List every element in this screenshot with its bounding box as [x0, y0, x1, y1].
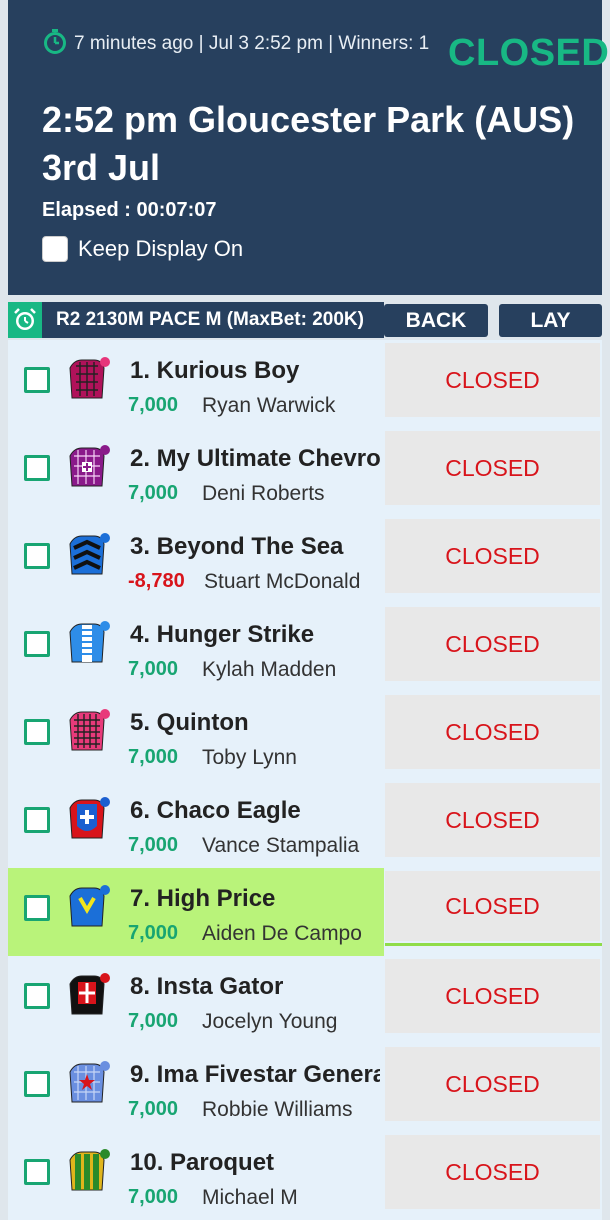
- runner-jockey: Aiden De Campo: [202, 922, 362, 945]
- runner-checkbox[interactable]: [24, 983, 50, 1009]
- runner-name: 6. Chaco Eagle: [130, 797, 301, 824]
- jockey-silk-icon: [69, 1061, 110, 1103]
- runner-odds: 7,000: [128, 1010, 179, 1032]
- elapsed-label: Elapsed :: [42, 199, 131, 221]
- closed-status: CLOSED: [385, 607, 600, 681]
- runner-info: 4. Hunger Strike 7,000 Kylah Madden: [8, 604, 384, 692]
- elapsed-value: 00:07:07: [136, 199, 217, 221]
- runner-info: 8. Insta Gator 7,000 Jocelyn Young: [8, 956, 384, 1044]
- runner-jockey: Stuart McDonald: [204, 570, 361, 593]
- runner-checkbox[interactable]: [24, 455, 50, 481]
- jockey-silk-icon: [69, 533, 110, 575]
- runner-row: 10. Paroquet 7,000 Michael M CLOSED: [8, 1132, 602, 1220]
- runner-jockey: Kylah Madden: [202, 658, 337, 681]
- runner-odds: 7,000: [128, 922, 179, 944]
- runner-info: 5. Quinton 7,000 Toby Lynn: [8, 692, 384, 780]
- closed-status: CLOSED: [385, 783, 600, 857]
- runner-jockey: Ryan Warwick: [202, 394, 336, 417]
- alarm-clock-icon: [8, 302, 42, 338]
- elapsed-timer: Elapsed : 00:07:07: [42, 199, 217, 222]
- closed-status: CLOSED: [385, 871, 600, 941]
- runner-checkbox[interactable]: [24, 895, 50, 921]
- runner-name: 4. Hunger Strike: [130, 621, 315, 648]
- runner-row: 9. Ima Fivestar General 7,000 Robbie Wil…: [8, 1044, 602, 1132]
- runner-name: 7. High Price: [130, 885, 276, 912]
- runner-row: 2. My Ultimate Chevron 7,000 Deni Robert…: [8, 428, 602, 516]
- keep-display-checkbox[interactable]: [42, 236, 68, 262]
- runner-odds: 7,000: [128, 1186, 179, 1208]
- runner-jockey: Michael M: [202, 1186, 298, 1209]
- jockey-silk-icon: [69, 445, 110, 487]
- runner-name: 9. Ima Fivestar General: [130, 1061, 380, 1088]
- runner-info: 7. High Price 7,000 Aiden De Campo: [8, 868, 384, 956]
- runner-odds: 7,000: [128, 482, 179, 504]
- runner-info: 3. Beyond The Sea -8,780 Stuart McDonald: [8, 516, 384, 604]
- runner-info: 6. Chaco Eagle 7,000 Vance Stampalia: [8, 780, 384, 868]
- closed-status: CLOSED: [385, 959, 600, 1033]
- runner-odds: 7,000: [128, 394, 179, 416]
- runner-checkbox[interactable]: [24, 1159, 50, 1185]
- race-bar: R2 2130M PACE M (MaxBet: 200K) BACK LAY: [8, 302, 602, 338]
- runner-row: 6. Chaco Eagle 7,000 Vance Stampalia CLO…: [8, 780, 602, 868]
- jockey-silk-icon: [69, 973, 110, 1015]
- race-status: CLOSED: [448, 32, 610, 74]
- selection-underline: [385, 943, 602, 946]
- runner-checkbox[interactable]: [24, 719, 50, 745]
- runner-checkbox[interactable]: [24, 367, 50, 393]
- closed-status: CLOSED: [385, 695, 600, 769]
- closed-status: CLOSED: [385, 1047, 600, 1121]
- runner-row-selected: 7. High Price 7,000 Aiden De Campo CLOSE…: [8, 868, 602, 956]
- runner-checkbox[interactable]: [24, 543, 50, 569]
- runner-info: 1. Kurious Boy 7,000 Ryan Warwick: [8, 340, 384, 428]
- runner-checkbox[interactable]: [24, 1071, 50, 1097]
- lay-button[interactable]: LAY: [499, 304, 602, 337]
- runner-info: 10. Paroquet 7,000 Michael M: [8, 1132, 384, 1220]
- runner-odds: 7,000: [128, 658, 179, 680]
- closed-status: CLOSED: [385, 431, 600, 505]
- race-meta: 7 minutes ago | Jul 3 2:52 pm | Winners:…: [42, 28, 447, 64]
- runner-jockey: Robbie Williams: [202, 1098, 353, 1121]
- runner-name: 10. Paroquet: [130, 1149, 275, 1176]
- runner-jockey: Deni Roberts: [202, 482, 325, 505]
- runner-odds: 7,000: [128, 834, 179, 856]
- page-title: 2:52 pm Gloucester Park (AUS) 3rd Jul: [42, 99, 575, 188]
- runner-jockey: Toby Lynn: [202, 746, 297, 769]
- runner-info: 9. Ima Fivestar General 7,000 Robbie Wil…: [8, 1044, 384, 1132]
- jockey-silk-icon: [69, 357, 110, 399]
- runner-row: 3. Beyond The Sea -8,780 Stuart McDonald…: [8, 516, 602, 604]
- keep-display-label: Keep Display On: [78, 236, 244, 261]
- keep-display-toggle[interactable]: Keep Display On: [42, 234, 243, 264]
- race-info: R2 2130M PACE M (MaxBet: 200K): [8, 302, 384, 338]
- closed-status: CLOSED: [385, 1135, 600, 1209]
- runner-name: 5. Quinton: [130, 709, 249, 736]
- runner-name: 2. My Ultimate Chevron: [130, 445, 380, 472]
- stopwatch-icon: [42, 28, 68, 64]
- race-info-text: R2 2130M PACE M (MaxBet: 200K): [56, 309, 364, 330]
- runner-name: 1. Kurious Boy: [130, 357, 300, 384]
- jockey-silk-icon: [69, 1149, 110, 1191]
- runner-odds: 7,000: [128, 1098, 179, 1120]
- runner-jockey: Vance Stampalia: [202, 834, 360, 857]
- runner-row: 4. Hunger Strike 7,000 Kylah Madden CLOS…: [8, 604, 602, 692]
- runner-row: 5. Quinton 7,000 Toby Lynn CLOSED: [8, 692, 602, 780]
- runner-jockey: Jocelyn Young: [202, 1010, 338, 1033]
- runner-odds: -8,780: [128, 570, 185, 592]
- race-header: 7 minutes ago | Jul 3 2:52 pm | Winners:…: [8, 0, 609, 295]
- jockey-silk-icon: [69, 709, 110, 751]
- runner-name: 3. Beyond The Sea: [130, 533, 344, 560]
- jockey-silk-icon: [69, 621, 110, 663]
- runner-row: 1. Kurious Boy 7,000 Ryan Warwick CLOSED: [8, 340, 602, 428]
- jockey-silk-icon: [69, 797, 110, 839]
- closed-status: CLOSED: [385, 519, 600, 593]
- runner-name: 8. Insta Gator: [130, 973, 284, 1000]
- race-meta-text: 7 minutes ago | Jul 3 2:52 pm | Winners:…: [74, 33, 430, 54]
- closed-status: CLOSED: [385, 343, 600, 417]
- runner-checkbox[interactable]: [24, 631, 50, 657]
- runner-odds: 7,000: [128, 746, 179, 768]
- runner-checkbox[interactable]: [24, 807, 50, 833]
- runner-info: 2. My Ultimate Chevron 7,000 Deni Robert…: [8, 428, 384, 516]
- jockey-silk-icon: [69, 885, 110, 927]
- back-button[interactable]: BACK: [384, 304, 488, 337]
- runner-row: 8. Insta Gator 7,000 Jocelyn Young CLOSE…: [8, 956, 602, 1044]
